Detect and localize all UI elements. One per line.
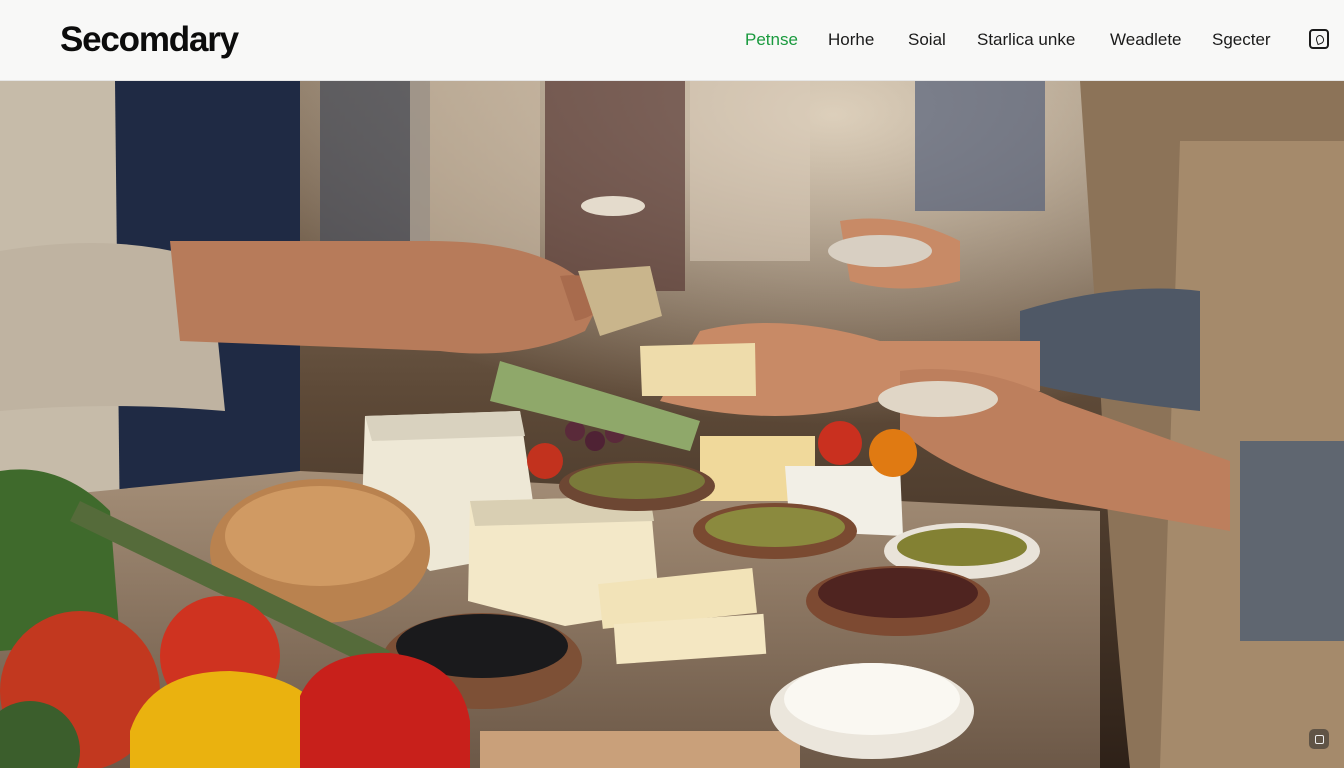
main-nav: Petnse Horhe Soial Starlica unke Weadlet… — [0, 28, 1344, 54]
nav-link-horhe[interactable]: Horhe — [828, 28, 874, 52]
nav-link-weadlete[interactable]: Weadlete — [1110, 28, 1182, 52]
nav-link-sgecter[interactable]: Sgecter — [1212, 28, 1271, 52]
nav-link-petnse[interactable]: Petnse — [745, 28, 798, 52]
nav-link-soial[interactable]: Soial — [908, 28, 946, 52]
shopping-bag-icon[interactable] — [1309, 29, 1329, 49]
hero-image — [0, 81, 1344, 768]
site-header: Secomdary Petnse Horhe Soial Starlica un… — [0, 0, 1344, 81]
market-cheese-tasting-photo — [0, 81, 1344, 768]
expand-icon[interactable] — [1309, 729, 1329, 749]
nav-link-starlica-unke[interactable]: Starlica unke — [977, 28, 1075, 52]
